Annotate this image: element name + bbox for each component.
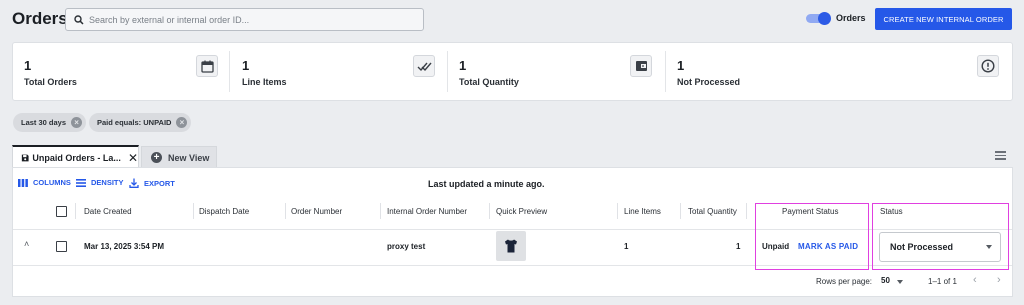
cell-date-created: Mar 13, 2025 3:54 PM — [84, 242, 165, 251]
next-page-icon[interactable]: › — [997, 274, 1001, 286]
row-checkbox[interactable] — [56, 241, 67, 252]
stat-value: 1 — [677, 58, 685, 73]
columns-button[interactable]: COLUMNS — [18, 178, 71, 187]
new-view-label: New View — [168, 152, 210, 163]
density-button[interactable]: DENSITY — [76, 178, 124, 187]
last-updated-text: Last updated a minute ago. — [428, 179, 545, 189]
tab-unpaid-orders[interactable]: Unpaid Orders - La... ✕ — [12, 145, 139, 168]
stat-total-quantity: 1 Total Quantity — [448, 43, 666, 100]
orders-toggle-label: Orders — [836, 13, 866, 23]
export-button[interactable]: EXPORT — [129, 178, 175, 188]
filter-chip-label: Paid equals: UNPAID — [97, 118, 172, 127]
stat-label: Not Processed — [677, 77, 741, 87]
wallet-icon — [630, 55, 652, 77]
download-icon — [129, 178, 139, 188]
chevron-down-icon[interactable] — [897, 280, 903, 284]
header-line-items[interactable]: Line Items — [624, 207, 661, 216]
plus-icon: + — [151, 152, 162, 163]
summary-card: 1 Total Orders 1 Line Items 1 Total Quan… — [12, 42, 1013, 101]
tshirt-icon — [505, 239, 517, 253]
remove-filter-icon[interactable]: × — [176, 117, 188, 128]
search-input[interactable]: Search by external or internal order ID.… — [65, 8, 424, 31]
pagination-range: 1–1 of 1 — [928, 277, 957, 286]
header-date-created[interactable]: Date Created — [84, 207, 132, 216]
cell-line-items: 1 — [624, 242, 629, 251]
previous-page-icon[interactable]: ‹ — [973, 274, 977, 286]
stat-label: Total Quantity — [459, 77, 519, 87]
payment-status-highlight — [755, 203, 869, 270]
header-order-number[interactable]: Order Number — [291, 207, 342, 216]
header-internal-order-number[interactable]: Internal Order Number — [387, 207, 467, 216]
orders-toggle[interactable] — [806, 12, 831, 25]
status-highlight — [872, 203, 1009, 270]
calendar-icon — [196, 55, 218, 77]
cell-total-quantity: 1 — [736, 242, 741, 251]
stat-value: 1 — [242, 58, 250, 73]
new-view-tab[interactable]: + New View — [141, 146, 217, 168]
columns-label: COLUMNS — [33, 178, 71, 187]
header-quick-preview[interactable]: Quick Preview — [496, 207, 547, 216]
filter-chip-paid[interactable]: Paid equals: UNPAID × — [89, 113, 192, 132]
filter-chip-date[interactable]: Last 30 days × — [13, 113, 87, 132]
tab-label: Unpaid Orders - La... — [32, 152, 121, 163]
density-icon — [76, 178, 86, 187]
search-placeholder: Search by external or internal order ID.… — [89, 14, 250, 25]
columns-icon — [18, 178, 28, 187]
header-total-quantity[interactable]: Total Quantity — [688, 207, 737, 216]
header-dispatch-date[interactable]: Dispatch Date — [199, 207, 249, 216]
save-icon — [21, 154, 29, 161]
stat-label: Line Items — [242, 77, 287, 87]
double-check-icon — [413, 55, 435, 77]
rows-per-page-label: Rows per page: — [816, 277, 873, 286]
stat-line-items: 1 Line Items — [231, 43, 448, 100]
create-internal-order-button[interactable]: CREATE NEW INTERNAL ORDER — [875, 8, 1012, 30]
remove-filter-icon[interactable]: × — [71, 117, 83, 128]
search-icon — [74, 14, 84, 25]
page-title: Orders — [12, 9, 68, 28]
stat-value: 1 — [24, 58, 32, 73]
stat-label: Total Orders — [24, 77, 77, 87]
quick-preview-thumbnail[interactable] — [496, 231, 526, 261]
select-all-checkbox[interactable] — [56, 206, 67, 217]
cell-internal-order-number: proxy test — [387, 242, 426, 251]
alert-circle-icon — [977, 55, 999, 77]
rows-per-page-select[interactable]: 50 — [881, 276, 890, 285]
stat-not-processed: 1 Not Processed — [666, 43, 1012, 100]
close-icon[interactable]: ✕ — [128, 151, 138, 165]
filter-chip-label: Last 30 days — [21, 118, 67, 127]
stat-value: 1 — [459, 58, 467, 73]
export-label: EXPORT — [144, 178, 175, 188]
stat-total-orders: 1 Total Orders — [13, 43, 230, 100]
density-label: DENSITY — [91, 178, 124, 187]
menu-icon[interactable] — [995, 151, 1006, 160]
expand-row-icon[interactable]: ˄ — [24, 239, 29, 249]
